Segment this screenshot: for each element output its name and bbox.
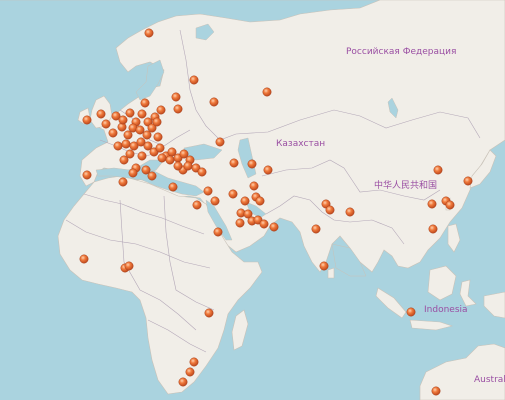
location-marker[interactable] — [124, 261, 134, 271]
location-marker[interactable] — [157, 153, 167, 163]
location-marker[interactable] — [345, 207, 355, 217]
location-marker[interactable] — [118, 177, 128, 187]
location-marker[interactable] — [228, 189, 238, 199]
location-marker[interactable] — [119, 155, 129, 165]
location-marker[interactable] — [262, 87, 272, 97]
label-kazakhstan: Казахстан — [276, 139, 325, 149]
location-marker[interactable] — [144, 28, 154, 38]
location-marker[interactable] — [263, 165, 273, 175]
location-marker[interactable] — [249, 181, 259, 191]
location-marker[interactable] — [247, 159, 257, 169]
location-marker[interactable] — [140, 98, 150, 108]
location-marker[interactable] — [183, 161, 193, 171]
location-marker[interactable] — [79, 254, 89, 264]
location-marker[interactable] — [135, 125, 145, 135]
location-marker[interactable] — [189, 75, 199, 85]
location-marker[interactable] — [155, 143, 165, 153]
location-marker[interactable] — [142, 130, 152, 140]
location-marker[interactable] — [431, 386, 441, 396]
location-marker[interactable] — [165, 155, 175, 165]
location-marker[interactable] — [215, 137, 225, 147]
location-marker[interactable] — [82, 115, 92, 125]
location-marker[interactable] — [433, 165, 443, 175]
location-marker[interactable] — [319, 261, 329, 271]
location-marker[interactable] — [152, 117, 162, 127]
location-marker[interactable] — [82, 170, 92, 180]
sri-lanka-land — [327, 267, 335, 279]
label-china: 中华人民共和国 — [374, 179, 437, 191]
location-marker[interactable] — [427, 199, 437, 209]
location-marker[interactable] — [192, 200, 202, 210]
location-marker[interactable] — [121, 139, 131, 149]
location-marker[interactable] — [213, 227, 223, 237]
location-marker[interactable] — [153, 132, 163, 142]
location-marker[interactable] — [125, 108, 135, 118]
location-marker[interactable] — [96, 109, 106, 119]
location-marker[interactable] — [108, 128, 118, 138]
location-marker[interactable] — [255, 196, 265, 206]
location-marker[interactable] — [259, 219, 269, 229]
location-marker[interactable] — [147, 171, 157, 181]
location-marker[interactable] — [406, 307, 416, 317]
location-marker[interactable] — [156, 105, 166, 115]
location-marker[interactable] — [445, 200, 455, 210]
location-marker[interactable] — [168, 182, 178, 192]
location-marker[interactable] — [118, 115, 128, 125]
location-marker[interactable] — [189, 357, 199, 367]
location-marker[interactable] — [463, 176, 473, 186]
label-indonesia: Indonesia — [424, 305, 468, 315]
location-marker[interactable] — [137, 109, 147, 119]
location-marker[interactable] — [209, 97, 219, 107]
location-marker[interactable] — [428, 224, 438, 234]
location-marker[interactable] — [204, 308, 214, 318]
label-australia: Australi — [474, 375, 505, 385]
location-marker[interactable] — [311, 224, 321, 234]
location-marker[interactable] — [113, 141, 123, 151]
location-marker[interactable] — [128, 168, 138, 178]
location-marker[interactable] — [173, 161, 183, 171]
location-marker[interactable] — [173, 104, 183, 114]
location-marker[interactable] — [185, 367, 195, 377]
location-marker[interactable] — [229, 158, 239, 168]
location-marker[interactable] — [325, 205, 335, 215]
location-marker[interactable] — [178, 377, 188, 387]
location-marker[interactable] — [240, 196, 250, 206]
location-marker[interactable] — [123, 130, 133, 140]
label-russia: Российская Федерация — [346, 47, 456, 57]
location-marker[interactable] — [235, 218, 245, 228]
location-marker[interactable] — [269, 222, 279, 232]
location-marker[interactable] — [203, 186, 213, 196]
location-marker[interactable] — [197, 167, 207, 177]
location-marker[interactable] — [137, 151, 147, 161]
location-marker[interactable] — [171, 92, 181, 102]
location-marker[interactable] — [101, 119, 111, 129]
world-map[interactable]: Российская Федерация Казахстан 中华人民共和国 I… — [0, 0, 505, 400]
location-marker[interactable] — [210, 196, 220, 206]
